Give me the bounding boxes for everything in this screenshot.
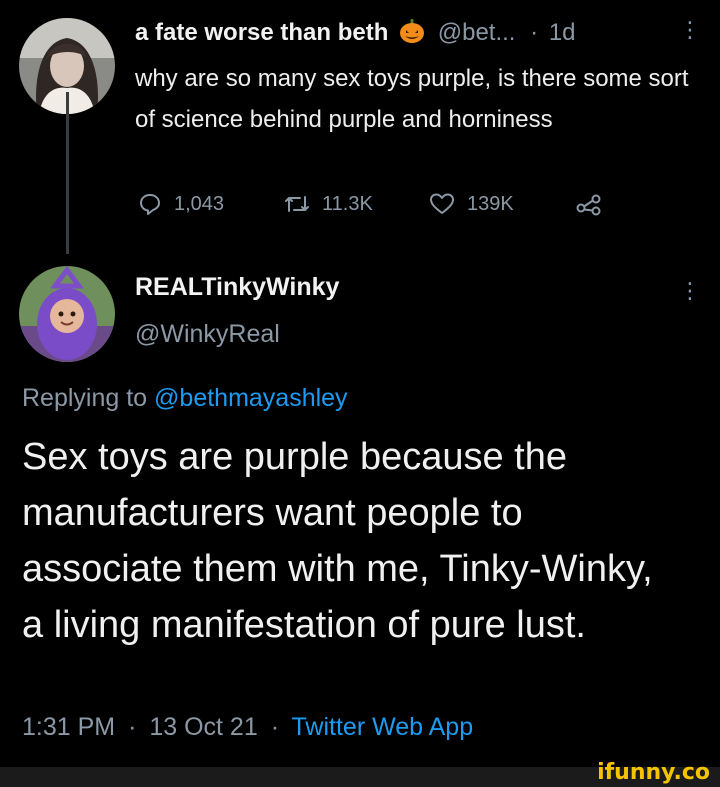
reply-button[interactable]: 1,043 [138,192,224,216]
share-button[interactable] [575,192,603,216]
ifunny-watermark: ifunny.co [597,760,710,785]
tweet-meta: 1:31 PM · 13 Oct 21 · Twitter Web App [22,713,473,742]
tweet-age[interactable]: 1d [549,19,576,46]
pumpkin-icon [399,18,425,51]
reply-count: 1,043 [174,192,225,215]
retweet-count: 11.3K [322,192,373,215]
dot-separator: · [128,713,137,741]
dot-separator: · [270,713,280,741]
tweet-text: why are so many sex toys purple, is ther… [135,65,689,133]
more-options-icon[interactable]: ⋮ [679,280,701,302]
replying-to: Replying to @bethmayashley [22,384,348,413]
author-line: a fate worse than beth @bet... · 1d [135,18,576,51]
replying-label: Replying to [22,384,148,412]
tinky-winky-icon [19,266,115,362]
tweet-text: Sex toys are purple because the manufact… [22,436,653,646]
display-name[interactable]: REALTinkyWinky [135,273,339,302]
display-name[interactable]: a fate worse than beth [135,19,388,46]
user-handle[interactable]: @bet... [438,19,516,46]
like-count: 139K [467,192,514,215]
reply-icon [140,194,160,215]
heart-icon [430,193,454,214]
avatar[interactable] [19,266,115,362]
retweet-icon [285,196,309,212]
share-icon [576,194,601,216]
like-button[interactable]: 139K [429,192,514,216]
dot-separator: · [530,19,539,46]
replying-handle-link[interactable]: @bethmayashley [154,384,348,412]
tweet-date[interactable]: 13 Oct 21 [149,713,257,741]
user-handle[interactable]: @WinkyReal [135,320,280,349]
retweet-button[interactable]: 11.3K [284,192,373,216]
more-options-icon[interactable]: ⋮ [679,19,701,41]
source-link[interactable]: Twitter Web App [292,713,474,741]
thread-line [66,92,69,254]
tweet-time[interactable]: 1:31 PM [22,713,115,741]
